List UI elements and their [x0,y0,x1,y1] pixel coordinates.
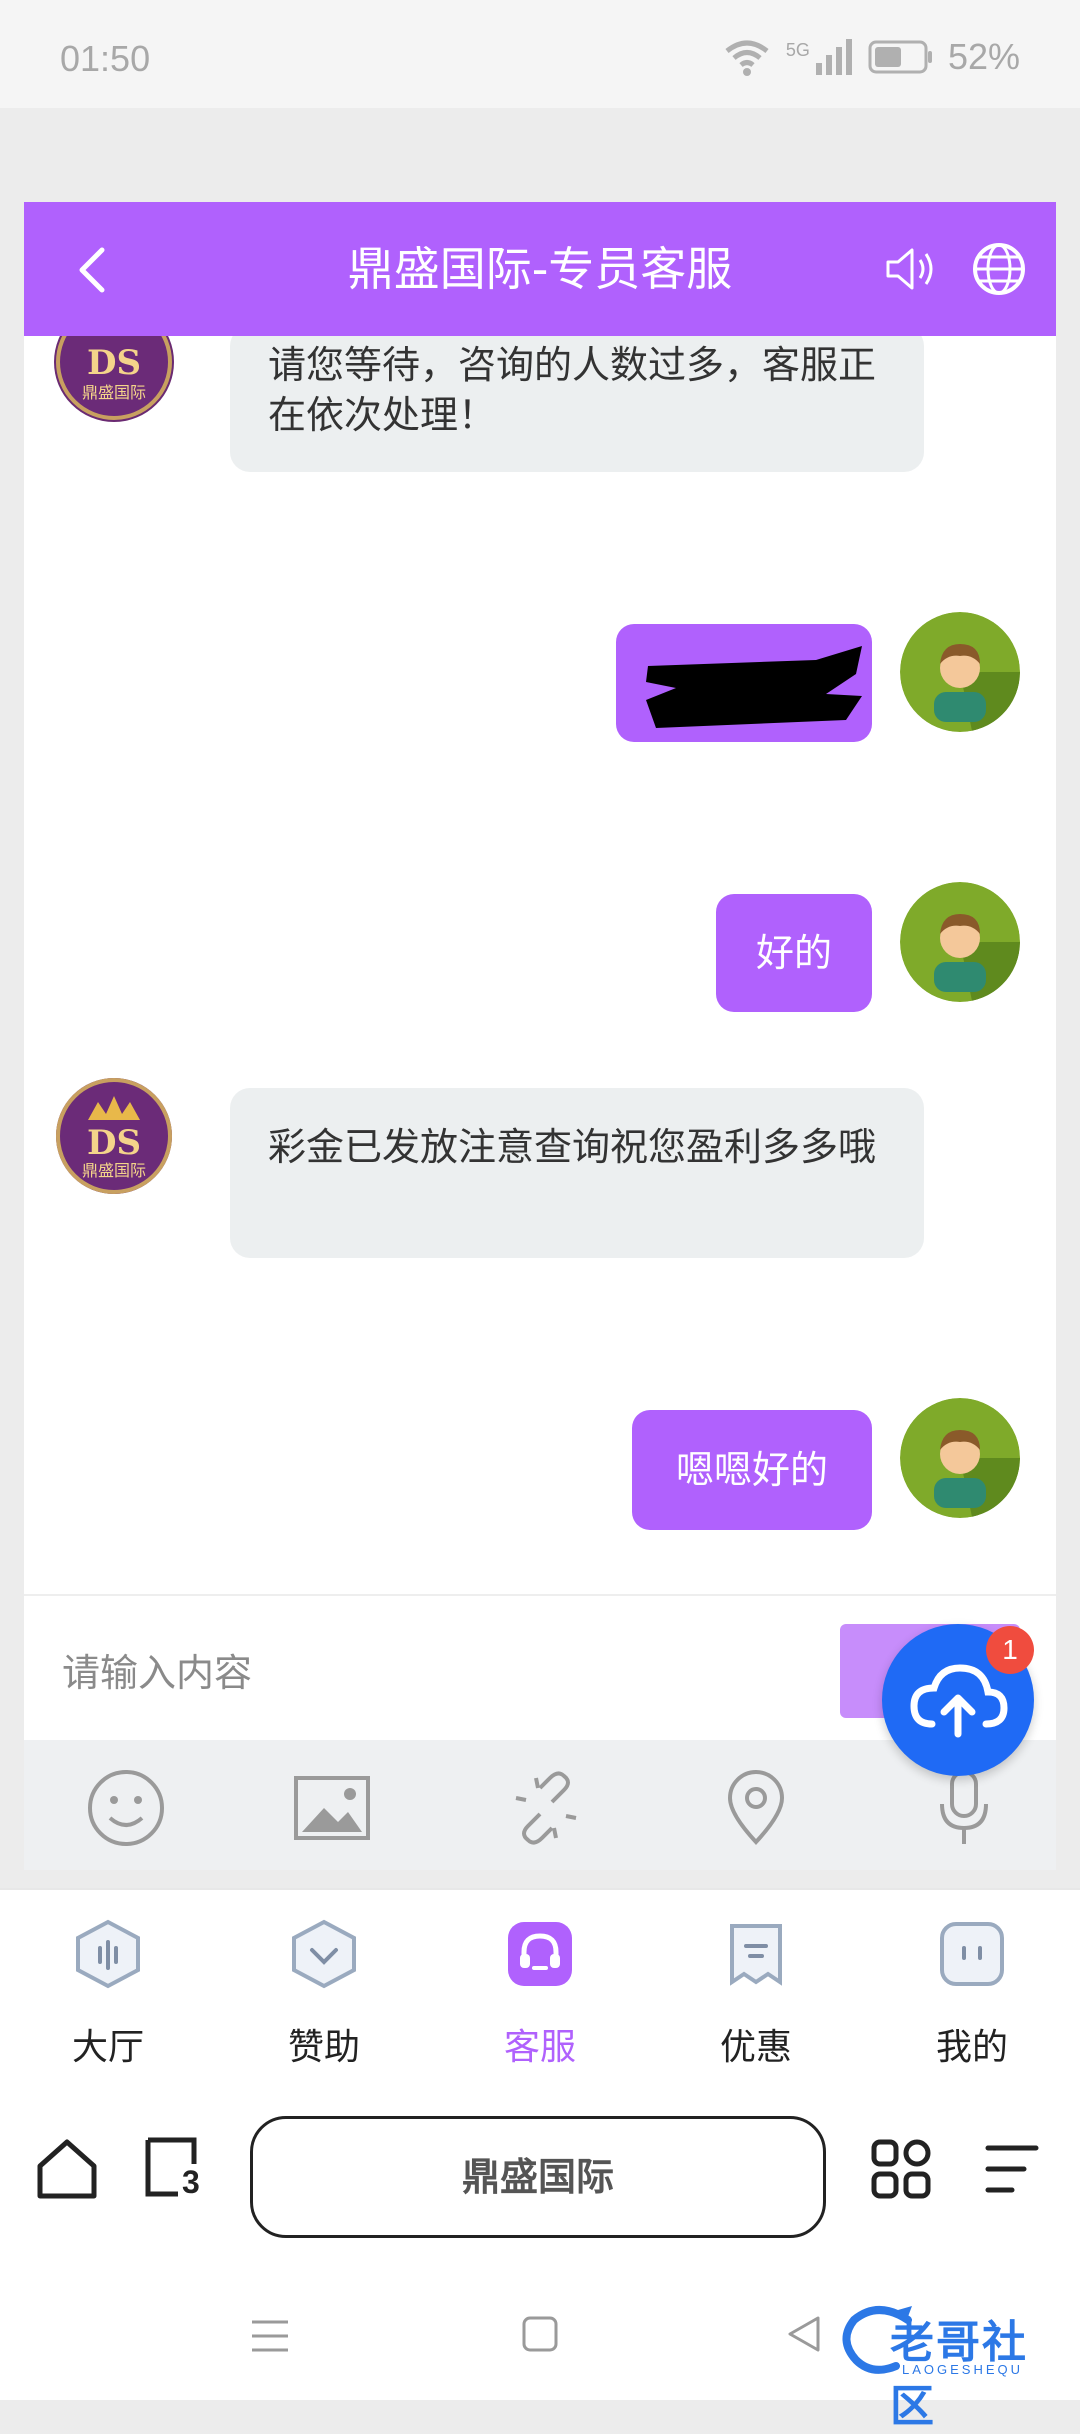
chat-area[interactable]: DS 鼎盛国际 请您等待，咨询的人数过多，客服正在依次处理！ 好的 DS 鼎盛国际 … [24,336,1056,1594]
link-icon[interactable] [506,1768,586,1848]
network-label: 5G [785,40,810,60]
tab-count: 3 [182,2164,200,2200]
menu-icon[interactable] [984,2142,1040,2196]
profile-icon [940,1922,1004,1986]
status-bar: 01:50 5G 52% [0,0,1080,108]
bottom-tab-bar: 大厅 赞助 客服 优惠 我的 [0,1888,1080,2090]
tab-profile[interactable]: 我的 [864,1890,1080,2090]
message-bubble-agent: 请您等待，咨询的人数过多，客服正在依次处理！ [230,336,924,472]
sponsor-icon [292,1919,356,1989]
watermark-logo: 老哥社区 LAOGESHEQU [838,2296,1068,2432]
globe-icon[interactable] [968,238,1030,300]
signal-icon [815,39,852,75]
message-bubble-user-redacted [616,624,872,742]
lobby-icon [76,1919,140,1989]
tab-label: 赞助 [287,2027,360,2068]
apps-grid-icon[interactable] [870,2138,932,2200]
system-nav-bar: 老哥社区 LAOGESHEQU [0,2268,1080,2432]
agent-logo-name: 鼎盛国际 [82,1161,146,1180]
notification-badge: 1 [986,1626,1034,1674]
agent-logo-letters: DS [87,1123,141,1163]
agent-avatar: DS 鼎盛国际 [54,1076,174,1196]
message-input[interactable]: 请输入内容 [62,1642,252,1697]
user-avatar [900,1398,1020,1518]
agent-avatar: DS 鼎盛国际 [54,336,174,422]
speaker-icon[interactable] [880,238,942,300]
watermark-sub: LAOGESHEQU [902,2362,1024,2377]
emoji-icon[interactable] [86,1768,166,1848]
promotion-icon [730,1924,782,1986]
recents-icon[interactable] [250,2316,290,2356]
tab-promotions[interactable]: 优惠 [648,1890,864,2090]
user-avatar [900,612,1020,732]
wifi-icon [725,40,769,76]
tab-label: 优惠 [719,2027,792,2068]
tab-sponsor[interactable]: 赞助 [216,1890,432,2090]
user-avatar [900,882,1020,1002]
redaction-scribble [646,646,862,728]
status-right: 5G 52% [722,36,1020,78]
home-icon[interactable] [34,2136,100,2202]
chat-header: 鼎盛国际-专员客服 [24,202,1056,336]
battery-icon [868,40,932,74]
tab-label: 大厅 [71,2027,144,2068]
svg-text:鼎盛国际: 鼎盛国际 [82,383,146,402]
message-bubble-user: 嗯嗯好的 [632,1410,872,1530]
address-bar[interactable]: 鼎盛国际 [250,2116,826,2238]
browser-toolbar: 3 鼎盛国际 [0,2088,1080,2268]
battery-level: 52% [947,36,1020,77]
headset-icon [508,1922,572,1986]
message-bubble-agent: 彩金已发放注意查询祝您盈利多多哦 [230,1088,924,1258]
tab-label: 客服 [503,2027,576,2068]
back-nav-icon[interactable] [784,2314,824,2354]
microphone-icon[interactable] [924,1768,1004,1848]
svg-text:DS: DS [87,343,141,383]
tab-label: 我的 [935,2027,1008,2068]
chevron-left-icon[interactable] [64,240,124,300]
location-icon[interactable] [716,1768,796,1848]
message-bubble-user: 好的 [716,894,872,1012]
tabs-button[interactable]: 3 [144,2134,206,2200]
image-icon[interactable] [292,1768,372,1848]
tab-customer-service[interactable]: 客服 [432,1890,648,2090]
tab-lobby[interactable]: 大厅 [0,1890,216,2090]
home-nav-icon[interactable] [520,2314,560,2354]
status-time: 01:50 [60,38,151,79]
